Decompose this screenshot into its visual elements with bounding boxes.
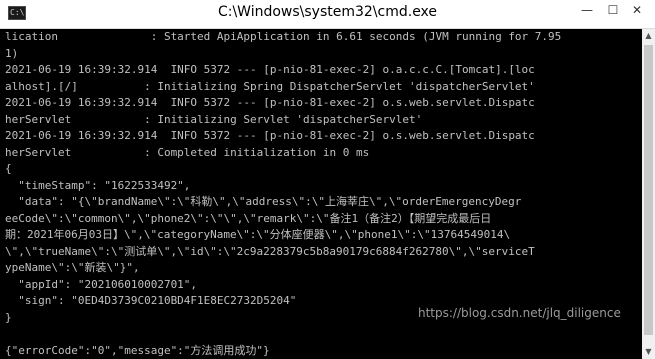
console-line: \",\"trueName\":\"测试单\",\"id\":\"2c9a228… — [5, 244, 535, 258]
console-line: herServlet : Completed initialization in… — [5, 145, 370, 159]
scroll-up-arrow-icon[interactable]: ▲ — [642, 29, 655, 43]
console-line: 2021-06-19 16:39:32.914 INFO 5372 --- [p… — [5, 63, 535, 76]
watermark-text: https://blog.csdn.net/jlq_diligence — [418, 306, 621, 320]
minimize-button[interactable]: — — [576, 0, 598, 22]
vertical-scrollbar[interactable]: ▲ ▼ — [642, 29, 655, 359]
console-line: eeCode\":\"common\",\"phone2\":\"\",\"re… — [5, 211, 492, 225]
scroll-down-arrow-icon[interactable]: ▼ — [642, 345, 655, 359]
console-line: lication : Started ApiApplication in 6.6… — [5, 30, 562, 43]
console-line: "data": "{\"brandName\":\"科勒\",\"address… — [5, 195, 522, 208]
console-line: "timeStamp": "1622533492", — [5, 178, 191, 192]
console-line: 期：2021年06月03日】\",\"categoryName\":\"分体座便… — [5, 228, 511, 241]
console-line: { — [5, 162, 12, 175]
console-line: ypeName\":\"新装\"}", — [5, 261, 140, 274]
console-line: {"errorCode":"0","message":"方法调用成功"} — [5, 343, 270, 357]
scroll-thumb[interactable] — [644, 45, 653, 335]
console-line: "appId": "202106010002701", — [5, 277, 198, 291]
maximize-button[interactable]: ☐ — [602, 0, 624, 22]
cmd-window: C:\ C:\Windows\system32\cmd.exe — ☐ ✕ li… — [0, 0, 655, 359]
title-bar[interactable]: C:\ C:\Windows\system32\cmd.exe — ☐ ✕ — [0, 0, 655, 29]
window-title: C:\Windows\system32\cmd.exe — [217, 4, 438, 20]
console-line: 1) — [5, 46, 19, 60]
console-line: 2021-06-19 16:39:32.914 INFO 5372 --- [p… — [5, 129, 535, 142]
console-line: 2021-06-19 16:39:32.914 INFO 5372 --- [p… — [5, 96, 535, 109]
console-line: herServlet : Initializing Servlet 'dispa… — [5, 112, 423, 126]
console-line: alhost].[/] : Initializing Spring Dispat… — [5, 79, 535, 93]
close-button[interactable]: ✕ — [626, 0, 648, 22]
